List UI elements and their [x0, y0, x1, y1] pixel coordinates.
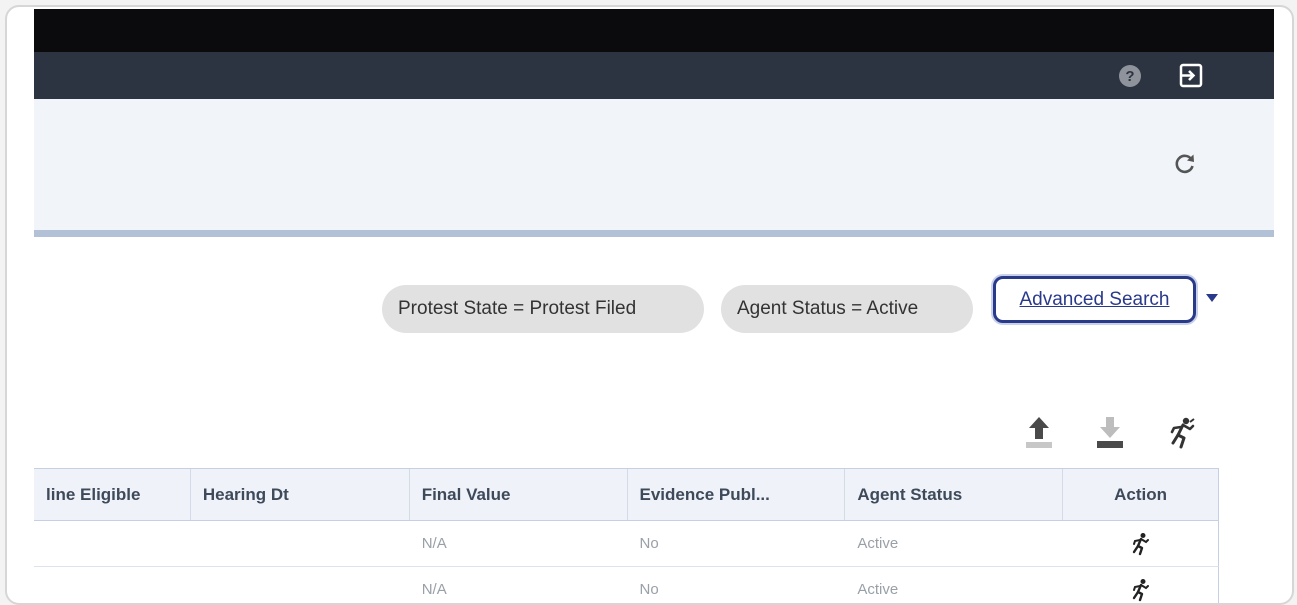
results-table: line Eligible Hearing Dt Final Value Evi…	[34, 468, 1219, 603]
runner-icon[interactable]	[1164, 413, 1200, 453]
column-header-hearing-dt[interactable]: Hearing Dt	[191, 469, 410, 520]
cell-hearing-dt	[191, 567, 410, 603]
filter-chip-agent-status[interactable]: Agent Status = Active	[721, 285, 973, 333]
runner-icon[interactable]	[1129, 531, 1153, 557]
table-header: line Eligible Hearing Dt Final Value Evi…	[34, 468, 1219, 521]
subheader-divider	[34, 230, 1274, 237]
help-icon[interactable]: ?	[1119, 65, 1141, 87]
runner-icon[interactable]	[1129, 577, 1153, 603]
cell-hearing-dt	[191, 521, 410, 566]
refresh-icon[interactable]	[1173, 151, 1197, 175]
table-row[interactable]: N/A No Active	[34, 521, 1219, 567]
column-header-online-eligible[interactable]: line Eligible	[34, 469, 191, 520]
cell-agent-status: Active	[857, 581, 899, 598]
advanced-search-button[interactable]: Advanced Search	[993, 276, 1196, 323]
column-header-action: Action	[1114, 484, 1167, 504]
cell-evidence-published: No	[639, 581, 659, 598]
download-icon[interactable]	[1092, 413, 1128, 453]
chevron-down-icon[interactable]	[1204, 291, 1220, 305]
cell-online-eligible	[34, 521, 191, 566]
cell-final-value: N/A	[421, 535, 447, 552]
top-black-bar	[34, 9, 1274, 54]
table-row[interactable]: N/A No Active	[34, 567, 1219, 603]
column-header-agent-status[interactable]: Agent Status	[845, 469, 1064, 520]
cell-online-eligible	[34, 567, 191, 603]
cell-evidence-published: No	[639, 535, 659, 552]
cell-action	[1063, 567, 1218, 603]
page-subheader	[34, 99, 1274, 230]
logout-icon[interactable]	[1177, 62, 1205, 90]
cell-agent-status: Active	[857, 535, 899, 552]
cell-action	[1063, 521, 1218, 566]
upload-icon[interactable]	[1021, 413, 1057, 453]
filter-chip-protest-state[interactable]: Protest State = Protest Filed	[382, 285, 704, 333]
column-header-evidence-published[interactable]: Evidence Publ...	[628, 469, 846, 520]
column-header-final-value[interactable]: Final Value	[410, 469, 628, 520]
cell-final-value: N/A	[421, 581, 447, 598]
app-window: ? Protest State = Protest Filed Agent St…	[5, 5, 1294, 605]
nav-bar	[34, 52, 1274, 99]
